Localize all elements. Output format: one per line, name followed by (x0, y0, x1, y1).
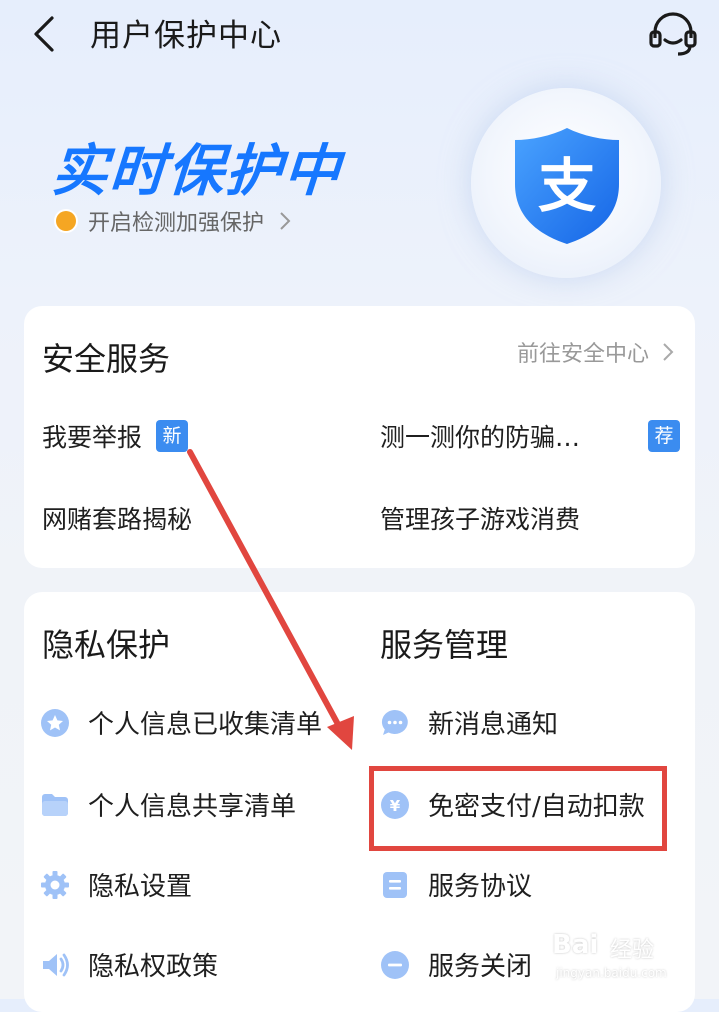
chevron-right-icon (663, 343, 674, 361)
service-close-item[interactable]: 服务关闭 (380, 946, 532, 983)
chat-bubble-icon (381, 709, 408, 735)
svg-text:支: 支 (538, 152, 596, 220)
security-services-card: 安全服务 前往安全中心 我要举报 新 测一测你的防骗… 荐 网赌套路揭秘 管理孩… (24, 306, 695, 568)
privacy-policy-label: 隐私权政策 (88, 952, 219, 982)
report-label: 我要举报 (42, 423, 143, 452)
recommend-badge: 荐 (648, 420, 680, 452)
fraud-test-label: 测一测你的防骗… (380, 423, 581, 452)
service-management-title: 服务管理 (380, 626, 509, 664)
star-badge-icon (41, 708, 69, 737)
child-game-spending-label: 管理孩子游戏消费 (380, 505, 581, 534)
collected-info-list-label: 个人信息已收集清单 (88, 710, 323, 740)
speaker-icon (43, 953, 69, 976)
child-game-spending-item[interactable]: 管理孩子游戏消费 (380, 500, 580, 536)
baidu-watermark: Bai 经验 jingyan.baidu.com (548, 930, 708, 990)
chevron-left-icon[interactable] (28, 14, 64, 54)
report-item[interactable]: 我要举报 新 (42, 418, 189, 454)
page-title: 用户保护中心 (90, 18, 282, 54)
headset-icon[interactable] (646, 10, 700, 60)
gambling-tricks-label: 网赌套路揭秘 (42, 505, 193, 534)
svg-text:¥: ¥ (390, 797, 401, 815)
alipay-shield-icon: 支 (515, 128, 619, 244)
new-badge: 新 (156, 420, 189, 452)
gear-icon (41, 870, 69, 899)
message-notification-item[interactable]: 新消息通知 (380, 704, 558, 741)
gambling-tricks-item[interactable]: 网赌套路揭秘 (42, 500, 192, 536)
shared-info-list-label: 个人信息共享清单 (88, 792, 297, 822)
enhance-protection-label: 开启检测加强保护 (88, 211, 265, 236)
security-services-title: 安全服务 (42, 340, 171, 378)
password-free-payment-item[interactable]: ¥ 免密支付/自动扣款 (380, 786, 645, 823)
document-icon (383, 871, 407, 898)
service-close-label: 服务关闭 (428, 952, 533, 982)
chevron-right-icon (280, 212, 291, 230)
privacy-settings-item[interactable]: 隐私设置 (40, 866, 192, 903)
status-dot (56, 211, 76, 231)
privacy-title: 隐私保护 (42, 626, 171, 664)
privacy-policy-item[interactable]: 隐私权政策 (40, 946, 218, 983)
password-free-payment-label: 免密支付/自动扣款 (428, 792, 645, 822)
go-security-center-link[interactable]: 前往安全中心 (517, 336, 675, 368)
message-notification-label: 新消息通知 (428, 710, 559, 740)
shared-info-list-item[interactable]: 个人信息共享清单 (40, 786, 296, 823)
service-agreement-item[interactable]: 服务协议 (380, 866, 532, 903)
go-security-center-label: 前往安全中心 (516, 342, 649, 367)
folder-icon (42, 793, 68, 816)
watermark-brand-suffix: 经验 (610, 938, 655, 963)
privacy-settings-label: 隐私设置 (88, 872, 193, 902)
watermark-url: jingyan.baidu.com (556, 966, 667, 980)
collected-info-list-item[interactable]: 个人信息已收集清单 (40, 704, 322, 741)
yuan-icon: ¥ (381, 790, 409, 819)
protection-status-title: 实时保护中 (49, 139, 344, 204)
service-agreement-label: 服务协议 (428, 872, 533, 902)
minus-circle-icon (381, 950, 409, 979)
top-bar: 用户保护中心 (0, 0, 719, 70)
watermark-brand: Bai (552, 930, 599, 960)
enhance-protection-link[interactable]: 开启检测加强保护 (56, 204, 292, 238)
fraud-test-item[interactable]: 测一测你的防骗… 荐 (380, 418, 680, 454)
